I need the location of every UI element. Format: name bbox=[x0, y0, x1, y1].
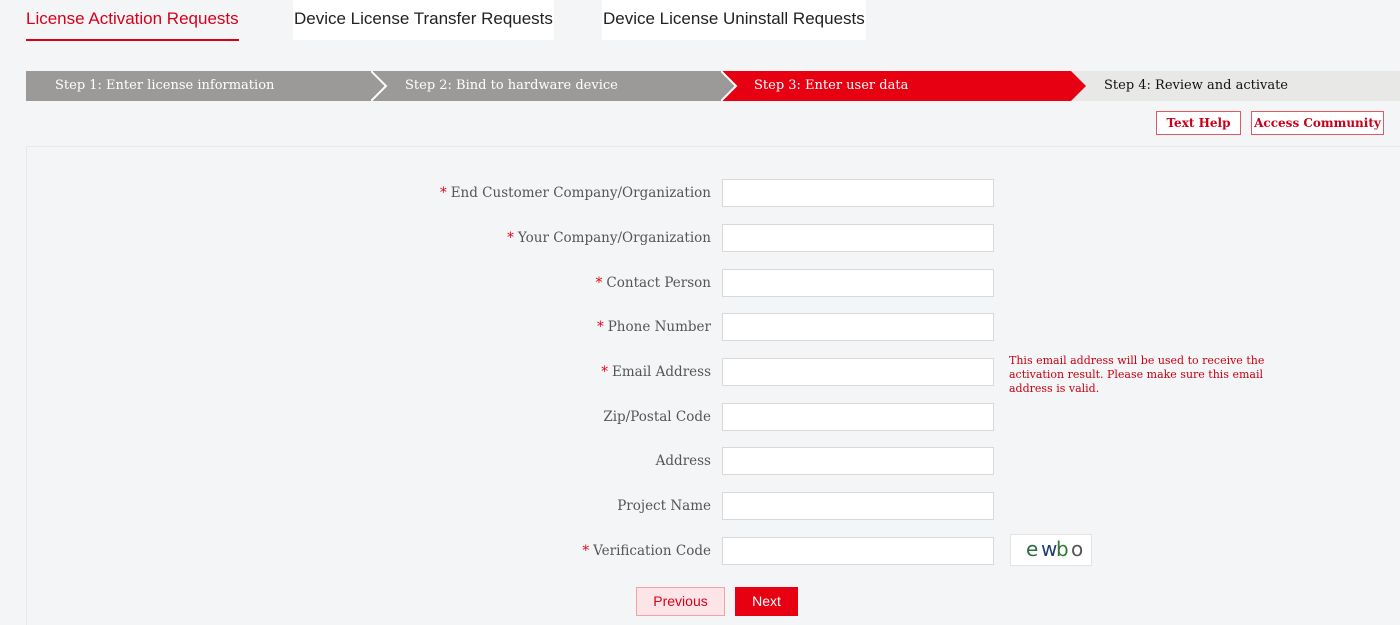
your-company-label: * Your Company/Organization bbox=[507, 230, 711, 246]
your-company-input[interactable] bbox=[722, 224, 994, 252]
access-community-button[interactable]: Access Community bbox=[1251, 111, 1384, 135]
tab-device-license-uninstall[interactable]: Device License Uninstall Requests bbox=[602, 0, 866, 40]
tab-license-activation[interactable]: License Activation Requests bbox=[26, 0, 239, 41]
form-row-zip: Zip/Postal Code bbox=[27, 403, 1400, 431]
required-marker: * bbox=[582, 543, 590, 559]
project-name-input[interactable] bbox=[722, 492, 994, 520]
phone-number-label: * Phone Number bbox=[596, 319, 711, 335]
captcha-char-3: b bbox=[1056, 537, 1069, 561]
step-progress-bar: Step 1: Enter license information Step 2… bbox=[26, 71, 1400, 101]
text-help-button[interactable]: Text Help bbox=[1156, 111, 1241, 135]
captcha-char-1: e bbox=[1026, 537, 1038, 561]
required-marker: * bbox=[507, 230, 514, 246]
step-1-label: Step 1: Enter license information bbox=[55, 78, 275, 93]
form-row-end-customer: * End Customer Company/Organization bbox=[27, 179, 1400, 207]
email-validity-note: This email address will be used to recei… bbox=[1009, 354, 1265, 395]
form-row-verification: * Verification Code e w b o bbox=[27, 534, 1400, 566]
address-label: Address bbox=[655, 453, 711, 469]
next-button[interactable]: Next bbox=[735, 587, 798, 616]
required-marker: * bbox=[595, 275, 603, 291]
zip-code-label: Zip/Postal Code bbox=[603, 409, 711, 425]
captcha-image[interactable]: e w b o bbox=[1010, 534, 1092, 566]
step-2: Step 2: Bind to hardware device bbox=[371, 71, 721, 101]
step-3-label: Step 3: Enter user data bbox=[754, 78, 909, 93]
step-2-label: Step 2: Bind to hardware device bbox=[405, 78, 618, 93]
form-row-address: Address bbox=[27, 447, 1400, 475]
tab-device-license-transfer[interactable]: Device License Transfer Requests bbox=[293, 0, 554, 40]
step-4-label: Step 4: Review and activate bbox=[1104, 78, 1288, 93]
required-marker: * bbox=[596, 319, 604, 335]
step-3-current: Step 3: Enter user data bbox=[721, 71, 1071, 101]
contact-person-input[interactable] bbox=[722, 269, 994, 297]
step-chevron-icon bbox=[1071, 71, 1086, 101]
form-row-your-company: * Your Company/Organization bbox=[27, 224, 1400, 252]
step-4: Step 4: Review and activate bbox=[1071, 71, 1400, 101]
end-customer-input[interactable] bbox=[722, 179, 994, 207]
required-marker: * bbox=[601, 364, 609, 380]
captcha-char-4: o bbox=[1071, 537, 1083, 561]
zip-code-input[interactable] bbox=[722, 403, 994, 431]
required-marker: * bbox=[439, 185, 447, 201]
phone-number-input[interactable] bbox=[722, 313, 994, 341]
verification-code-input[interactable] bbox=[722, 537, 994, 565]
form-row-contact-person: * Contact Person bbox=[27, 269, 1400, 297]
project-name-label: Project Name bbox=[617, 498, 711, 514]
step-1: Step 1: Enter license information bbox=[26, 71, 371, 101]
email-address-label: * Email Address bbox=[601, 364, 711, 380]
form-row-email: * Email Address This email address will b… bbox=[27, 354, 1400, 395]
captcha-text-graphic: e w b o bbox=[1026, 537, 1083, 561]
previous-button[interactable]: Previous bbox=[636, 587, 725, 616]
end-customer-label: * End Customer Company/Organization bbox=[439, 185, 711, 201]
form-row-phone: * Phone Number bbox=[27, 313, 1400, 341]
form-row-project: Project Name bbox=[27, 492, 1400, 520]
step-chevron-icon bbox=[371, 71, 388, 101]
email-address-input[interactable] bbox=[722, 358, 994, 386]
captcha-char-2: w bbox=[1041, 537, 1057, 561]
step-chevron-icon bbox=[721, 71, 738, 101]
user-data-form: * End Customer Company/Organization * Your… bbox=[26, 146, 1400, 625]
address-input[interactable] bbox=[722, 447, 994, 475]
verification-code-label: * Verification Code bbox=[582, 543, 711, 559]
request-type-tabs: License Activation Requests Device Licen… bbox=[0, 0, 1400, 46]
contact-person-label: * Contact Person bbox=[595, 275, 711, 291]
